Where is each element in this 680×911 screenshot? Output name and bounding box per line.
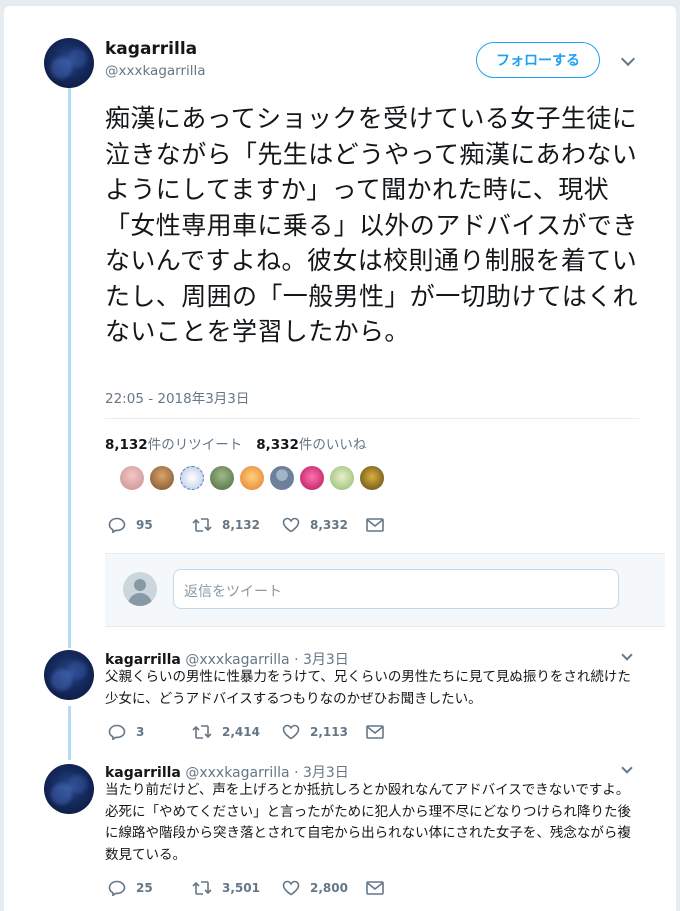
- retweet-icon: [192, 517, 212, 533]
- dm-button[interactable]: [366, 881, 384, 895]
- reply-composer: 返信をツイート: [105, 553, 665, 627]
- reply-date[interactable]: · 3月3日: [294, 765, 349, 781]
- liker-avatar[interactable]: [240, 466, 264, 490]
- dm-button[interactable]: [366, 518, 384, 532]
- liker-avatar[interactable]: [120, 466, 144, 490]
- like-button[interactable]: 2,800: [282, 880, 366, 896]
- chevron-down-icon[interactable]: [621, 649, 633, 661]
- follow-button[interactable]: フォローする: [476, 42, 600, 78]
- reply-icon: [108, 880, 126, 896]
- retweet-button[interactable]: 3,501: [192, 880, 282, 896]
- like-stat-count: 8,332: [256, 437, 299, 453]
- retweet-button[interactable]: 2,414: [192, 724, 282, 740]
- retweet-stat[interactable]: 8,132件のリツイート: [105, 433, 242, 453]
- liker-avatar[interactable]: [330, 466, 354, 490]
- reply-count: 95: [136, 518, 153, 532]
- reply-header: kagarrilla @xxxkagarrilla · 3月3日: [105, 762, 349, 782]
- author-handle[interactable]: @xxxkagarrilla: [105, 63, 206, 79]
- retweet-icon: [192, 880, 212, 896]
- reply-text: 当たり前だけど、声を上げろとか抵抗しろとか殴れなんてアドバイスできないですよ。必…: [105, 782, 631, 863]
- reply-author-avatar[interactable]: [44, 650, 94, 700]
- retweet-icon: [192, 724, 212, 740]
- chevron-down-icon[interactable]: [620, 51, 636, 67]
- envelope-icon: [366, 881, 384, 895]
- reply-date[interactable]: · 3月3日: [294, 652, 349, 668]
- reply-count: 25: [136, 881, 153, 895]
- liker-avatar[interactable]: [180, 466, 204, 490]
- like-button[interactable]: 2,113: [282, 724, 366, 740]
- tweet-text: 痴漢にあってショックを受けている女子生徒に泣きながら「先生はどうやって痴漢にあわ…: [105, 104, 638, 346]
- envelope-icon: [366, 725, 384, 739]
- tweet-actions: 95 8,132 8,332: [108, 517, 384, 533]
- reply-actions: 3 2,414 2,113: [108, 724, 384, 740]
- author-display-name[interactable]: kagarrilla: [105, 39, 197, 59]
- retweet-count: 2,414: [222, 725, 260, 739]
- reply-handle[interactable]: @xxxkagarrilla: [185, 652, 289, 668]
- liker-avatar[interactable]: [270, 466, 294, 490]
- reply-count: 3: [136, 725, 145, 739]
- thread-line: [68, 68, 71, 648]
- like-stat-label: 件のいいね: [298, 437, 367, 453]
- like-stat[interactable]: 8,332件のいいね: [256, 433, 366, 453]
- liker-avatars: [120, 466, 384, 490]
- reply-input[interactable]: 返信をツイート: [173, 569, 619, 609]
- reply-icon: [108, 724, 126, 740]
- liker-avatar[interactable]: [210, 466, 234, 490]
- like-count: 2,113: [310, 725, 348, 739]
- reply-text: 父親くらいの男性に性暴力をうけて、兄くらいの男性たちに見て見ぬ振りをされ続けた少…: [105, 669, 631, 707]
- tweet-stats: 8,132件のリツイート 8,332件のいいね: [105, 433, 366, 453]
- reply-actions: 25 3,501 2,800: [108, 880, 384, 896]
- chevron-down-icon[interactable]: [621, 762, 633, 774]
- heart-icon: [282, 724, 300, 740]
- reply-header: kagarrilla @xxxkagarrilla · 3月3日: [105, 649, 349, 669]
- thread-line: [68, 706, 71, 760]
- reply-button[interactable]: 3: [108, 724, 192, 740]
- retweet-stat-label: 件のリツイート: [147, 437, 243, 453]
- tweet-card: kagarrilla @xxxkagarrilla フォローする 痴漢にあってシ…: [4, 6, 676, 911]
- current-user-avatar: [123, 572, 157, 606]
- liker-avatar[interactable]: [360, 466, 384, 490]
- reply-display-name[interactable]: kagarrilla: [105, 652, 181, 668]
- reply-icon: [108, 517, 126, 533]
- heart-icon: [282, 517, 300, 533]
- reply-button[interactable]: 25: [108, 880, 192, 896]
- like-count: 2,800: [310, 881, 348, 895]
- tweet-timestamp[interactable]: 22:05 - 2018年3月3日: [105, 387, 249, 407]
- like-button[interactable]: 8,332: [282, 517, 366, 533]
- divider: [105, 418, 639, 419]
- reply-display-name[interactable]: kagarrilla: [105, 765, 181, 781]
- envelope-icon: [366, 518, 384, 532]
- reply-button[interactable]: 95: [108, 517, 192, 533]
- reply-handle[interactable]: @xxxkagarrilla: [185, 765, 289, 781]
- liker-avatar[interactable]: [150, 466, 174, 490]
- retweet-count: 8,132: [222, 518, 260, 532]
- retweet-button[interactable]: 8,132: [192, 517, 282, 533]
- retweet-stat-count: 8,132: [105, 437, 148, 453]
- reply-author-avatar[interactable]: [44, 764, 94, 814]
- retweet-count: 3,501: [222, 881, 260, 895]
- dm-button[interactable]: [366, 725, 384, 739]
- liker-avatar[interactable]: [300, 466, 324, 490]
- heart-icon: [282, 880, 300, 896]
- author-avatar[interactable]: [44, 38, 94, 88]
- like-count: 8,332: [310, 518, 348, 532]
